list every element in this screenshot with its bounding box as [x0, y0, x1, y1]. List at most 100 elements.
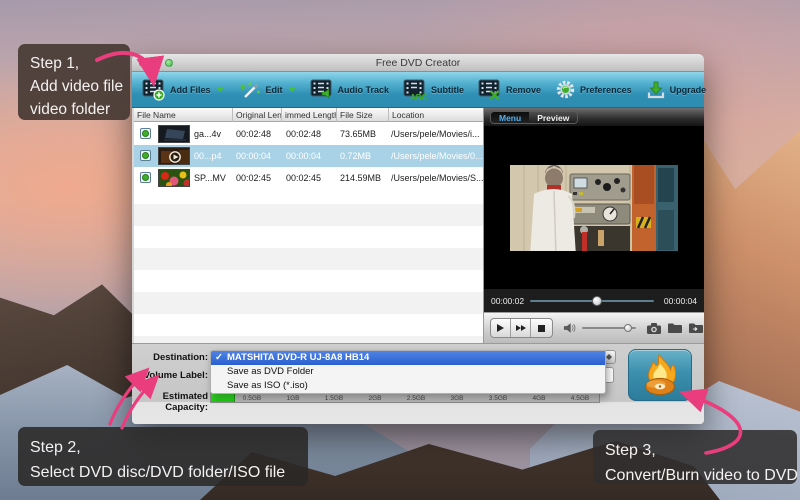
gear-icon: [555, 79, 576, 100]
column-trimmed-length[interactable]: immed Length: [282, 108, 337, 122]
snapshot-camera-icon[interactable]: [646, 322, 662, 335]
cell-original-length: 00:00:04: [236, 145, 281, 167]
column-file-name[interactable]: File Name: [134, 108, 233, 122]
cell-original-length: 00:02:48: [236, 123, 281, 145]
callout-step2: Step 2, Select DVD disc/DVD folder/ISO f…: [18, 427, 308, 486]
cell-original-length: 00:02:45: [236, 167, 281, 189]
table-row-selected[interactable]: 00...p4 00:00:04 00:00:04 0.72MB /Users/…: [134, 145, 483, 167]
table-empty-area: [134, 204, 483, 343]
cell-location: /Users/pele/Movies/i...: [391, 123, 483, 145]
output-panel: Destination: Volume Label: Estimated Cap…: [132, 343, 704, 424]
cell-file-size: 0.72MB: [340, 145, 388, 167]
destination-selected-text: MATSHITA DVD-R UJ-8A8 HB14: [227, 352, 369, 363]
film-subtitle-icon: ABC: [403, 79, 427, 101]
fast-forward-icon: [521, 325, 526, 331]
download-arrow-icon: [646, 80, 666, 100]
tab-menu[interactable]: Menu: [491, 112, 529, 123]
video-area[interactable]: [484, 126, 704, 288]
checkmark-icon: ✓: [215, 351, 227, 365]
video-thumbnail: [158, 169, 190, 187]
cell-trimmed-length: 00:00:04: [286, 145, 336, 167]
export-folder-icon[interactable]: [688, 322, 704, 334]
seekbar: 00:00:02 00:00:04: [484, 288, 704, 312]
capture-buttons: [646, 322, 704, 335]
open-folder-icon[interactable]: [667, 322, 683, 334]
destination-option-iso[interactable]: Save as ISO (*.iso): [211, 379, 605, 393]
capacity-tick-label: 4GB: [532, 395, 545, 402]
subtitle-button[interactable]: ABC Subtitle: [403, 79, 464, 101]
destination-dropdown-menu: ✓MATSHITA DVD-R UJ-8A8 HB14 Save as DVD …: [210, 350, 606, 394]
capacity-tick-label: 4.5GB: [571, 395, 589, 402]
destination-label: Destination:: [132, 352, 208, 363]
callout-step1: Step 1, Add video file video folder: [18, 44, 130, 120]
preview-tabbar: Menu Preview: [484, 108, 704, 126]
capacity-tick-label: 3.5GB: [489, 395, 507, 402]
volume-slider[interactable]: [582, 327, 636, 329]
svg-text:ABC: ABC: [410, 93, 427, 101]
speaker-icon[interactable]: [563, 322, 576, 334]
video-frame: [510, 160, 678, 256]
destination-option-dvd-folder[interactable]: Save as DVD Folder: [211, 365, 605, 379]
stop-button[interactable]: [531, 319, 551, 337]
destination-selected-option[interactable]: ✓MATSHITA DVD-R UJ-8A8 HB14: [211, 351, 605, 365]
table-row[interactable]: ga...4v 00:02:48 00:02:48 73.65MB /Users…: [134, 123, 483, 145]
burn-button[interactable]: [628, 349, 692, 401]
audio-track-button[interactable]: Audio Track: [310, 79, 390, 101]
column-location[interactable]: Location: [389, 108, 484, 122]
step1-line2: Add video file: [30, 75, 118, 98]
cell-trimmed-length: 00:02:45: [286, 167, 336, 189]
preview-tabs: Menu Preview: [490, 111, 578, 124]
tab-preview[interactable]: Preview: [529, 112, 577, 123]
seek-knob[interactable]: [592, 296, 602, 306]
column-original-length[interactable]: Original Length: [233, 108, 282, 122]
remove-label: Remove: [506, 85, 541, 95]
capacity-tick-label: 2.5GB: [407, 395, 425, 402]
add-files-label: Add Files: [170, 85, 211, 95]
current-time: 00:00:02: [491, 296, 524, 306]
step1-line1: Step 1,: [30, 52, 118, 75]
app-window: Free DVD Creator Add Files: [132, 54, 704, 424]
estimated-capacity-label: Estimated Capacity:: [132, 391, 208, 413]
step1-line3: video folder: [30, 98, 118, 121]
upgrade-button[interactable]: Upgrade: [646, 80, 707, 100]
file-table: File Name Original Length immed Length F…: [134, 108, 484, 343]
step2-line1: Step 2,: [30, 435, 296, 460]
upgrade-label: Upgrade: [670, 85, 707, 95]
edit-button[interactable]: Edit: [238, 80, 296, 100]
edit-dropdown-caret[interactable]: [288, 87, 296, 92]
video-thumbnail: [158, 125, 190, 143]
video-thumbnail: [158, 147, 190, 165]
toolbar: Add Files Edit: [132, 72, 704, 108]
add-files-dropdown-caret[interactable]: [216, 87, 224, 92]
capacity-tick-label: 1GB: [286, 395, 299, 402]
play-icon: [497, 324, 504, 332]
cell-file-name: ga...4v: [194, 123, 234, 145]
cell-file-name: SP...MV: [194, 167, 234, 189]
capacity-tick-label: 1.5GB: [325, 395, 343, 402]
edit-label: Edit: [266, 85, 283, 95]
subtitle-label: Subtitle: [431, 85, 464, 95]
add-files-button[interactable]: Add Files: [142, 79, 224, 101]
volume-knob[interactable]: [624, 324, 632, 332]
row-add-icon[interactable]: [140, 150, 151, 161]
film-add-icon: [142, 79, 166, 101]
table-row[interactable]: SP...MV 00:02:45 00:02:45 214.59MB /User…: [134, 167, 483, 189]
row-add-icon[interactable]: [140, 172, 151, 183]
fast-forward-button[interactable]: [511, 319, 531, 337]
row-add-icon[interactable]: [140, 128, 151, 139]
preferences-label: Preferences: [580, 85, 632, 95]
capacity-tick-label: 3GB: [450, 395, 463, 402]
seek-slider[interactable]: [530, 300, 654, 302]
step3-line2: Convert/Burn video to DVD: [605, 463, 785, 488]
preview-panel: Menu Preview: [484, 108, 704, 343]
play-button[interactable]: [491, 319, 511, 337]
column-file-size[interactable]: File Size: [337, 108, 389, 122]
remove-button[interactable]: Remove: [478, 79, 541, 101]
titlebar[interactable]: Free DVD Creator: [132, 54, 704, 72]
audio-track-label: Audio Track: [338, 85, 390, 95]
cell-location: /Users/pele/Movies/0...: [391, 145, 483, 167]
magic-wand-icon: [238, 80, 262, 100]
film-remove-icon: [478, 79, 502, 101]
film-audio-icon: [310, 79, 334, 101]
preferences-button[interactable]: Preferences: [555, 79, 632, 100]
